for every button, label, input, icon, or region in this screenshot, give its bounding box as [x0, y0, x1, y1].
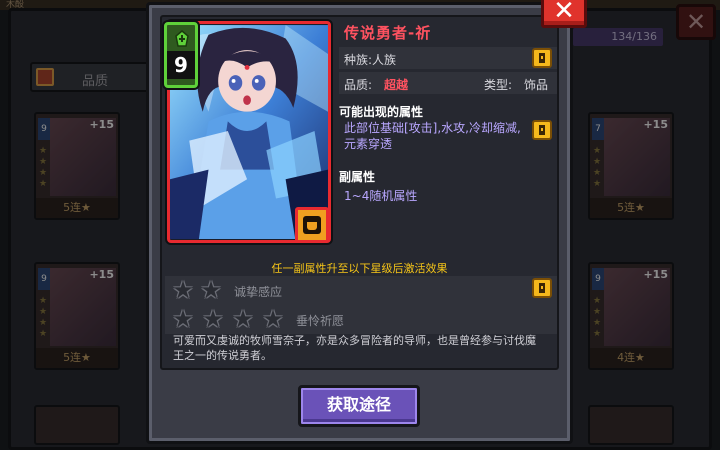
possible-attributes-text: 此部位基础[攻击],水攻,冷却缩减,元素穿透: [344, 121, 521, 151]
card-cost-value: 9: [167, 51, 195, 79]
race-info-button[interactable]: [532, 48, 552, 68]
star-icon: ★: [172, 305, 194, 333]
star-icon: ★: [232, 305, 254, 333]
info-icon: [539, 125, 545, 135]
star-icon: ★: [172, 276, 194, 304]
star-effect-label: 垂怜祈愿: [296, 314, 345, 328]
type-label: 类型:: [484, 78, 513, 92]
race-text: 种族:人族: [344, 53, 397, 67]
star-icon: ★: [200, 276, 222, 304]
sub-attributes-text: 1~4随机属性: [344, 189, 418, 203]
star-effect-info-button[interactable]: [532, 278, 552, 298]
star-icon: ★: [262, 305, 284, 333]
quality-label: 品质:: [344, 78, 373, 92]
possible-attributes-heading: 可能出现的属性: [339, 105, 424, 119]
sub-attributes-heading: 副属性: [339, 170, 376, 184]
star-icon: ★: [202, 305, 224, 333]
energy-icon: [175, 30, 189, 47]
get-source-button[interactable]: 获取途径: [298, 385, 420, 427]
quality-value: 超越: [384, 78, 409, 92]
star-effect-row: [165, 276, 557, 304]
slot-icon-face: [307, 222, 317, 230]
card-cost-badge: 9: [164, 22, 198, 88]
info-icon: [539, 53, 545, 63]
type-value: 饰品: [524, 78, 549, 92]
attributes-info-button[interactable]: [532, 120, 552, 140]
accessory-slot-icon: [295, 207, 329, 243]
card-title: 传说勇者-祈: [344, 24, 432, 42]
close-button[interactable]: ✕: [541, 0, 587, 28]
card-description: 可爱而又虔诚的牧师雪奈子，亦是众多冒险者的导师，也是曾经参与讨伐魔王之一的传说勇…: [173, 334, 536, 362]
star-effect-label: 诚挚感应: [234, 285, 283, 299]
info-icon: [539, 283, 545, 293]
activate-hint: 任一副属性升至以下星级后激活效果: [271, 262, 448, 275]
